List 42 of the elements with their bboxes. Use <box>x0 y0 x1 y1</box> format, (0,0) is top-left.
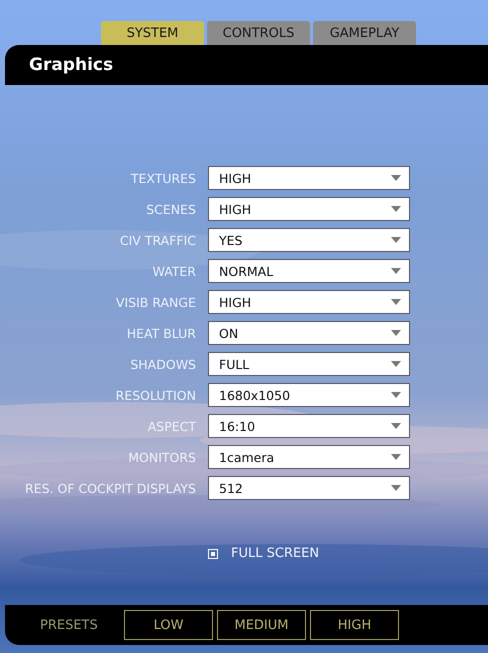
setting-label: MONITORS <box>127 450 196 464</box>
checkbox[interactable] <box>208 548 218 558</box>
presets-label: PRESETS <box>40 618 99 632</box>
caret-icon <box>391 392 401 398</box>
panel-title: Graphics <box>29 55 114 75</box>
tab[interactable]: GAMEPLAY <box>313 21 416 45</box>
dropdown[interactable]: 512 <box>208 476 410 500</box>
setting-label: SCENES <box>145 202 196 216</box>
dropdown[interactable]: 1680x1050 <box>208 383 410 407</box>
setting-label: HEAT BLUR <box>126 326 196 340</box>
preset-button[interactable]: MEDIUM <box>217 610 306 640</box>
setting-label: VISIB RANGE <box>114 294 196 310</box>
caret-icon <box>391 206 401 212</box>
setting-label: SHADOWS <box>129 356 196 372</box>
setting-label: WATER <box>152 264 196 278</box>
dropdown[interactable]: YES <box>208 228 410 252</box>
setting-label: RESOLUTION <box>114 388 196 402</box>
preset-button[interactable]: LOW <box>124 610 213 640</box>
setting-label: CIV TRAFFIC <box>118 232 196 248</box>
dropdown[interactable]: HIGH <box>208 290 410 314</box>
setting-label: RES. OF COCKPIT DISPLAYS <box>24 480 196 496</box>
dropdown[interactable]: 1camera <box>208 445 410 469</box>
tab[interactable]: SYSTEM <box>101 21 204 45</box>
setting-label: ASPECT <box>146 418 196 434</box>
caret-icon <box>391 361 401 367</box>
preset-button[interactable]: HIGH <box>310 610 399 640</box>
dropdown[interactable]: FULL <box>208 352 410 376</box>
dropdown[interactable]: HIGH <box>208 197 410 221</box>
caret-icon <box>391 330 401 336</box>
caret-icon <box>391 485 401 491</box>
setting-label: TEXTURES <box>130 170 196 186</box>
caret-icon <box>391 299 401 305</box>
dropdown[interactable]: HIGH <box>208 166 410 190</box>
caret-icon <box>391 268 401 274</box>
caret-icon <box>391 237 401 243</box>
checkbox-label: FULL SCREEN <box>231 546 320 561</box>
caret-icon <box>391 175 401 181</box>
tab[interactable]: CONTROLS <box>207 21 310 45</box>
caret-icon <box>391 423 401 429</box>
dropdown[interactable]: 16:10 <box>208 414 410 438</box>
dropdown[interactable]: NORMAL <box>208 259 410 283</box>
dropdown[interactable]: ON <box>208 321 410 345</box>
